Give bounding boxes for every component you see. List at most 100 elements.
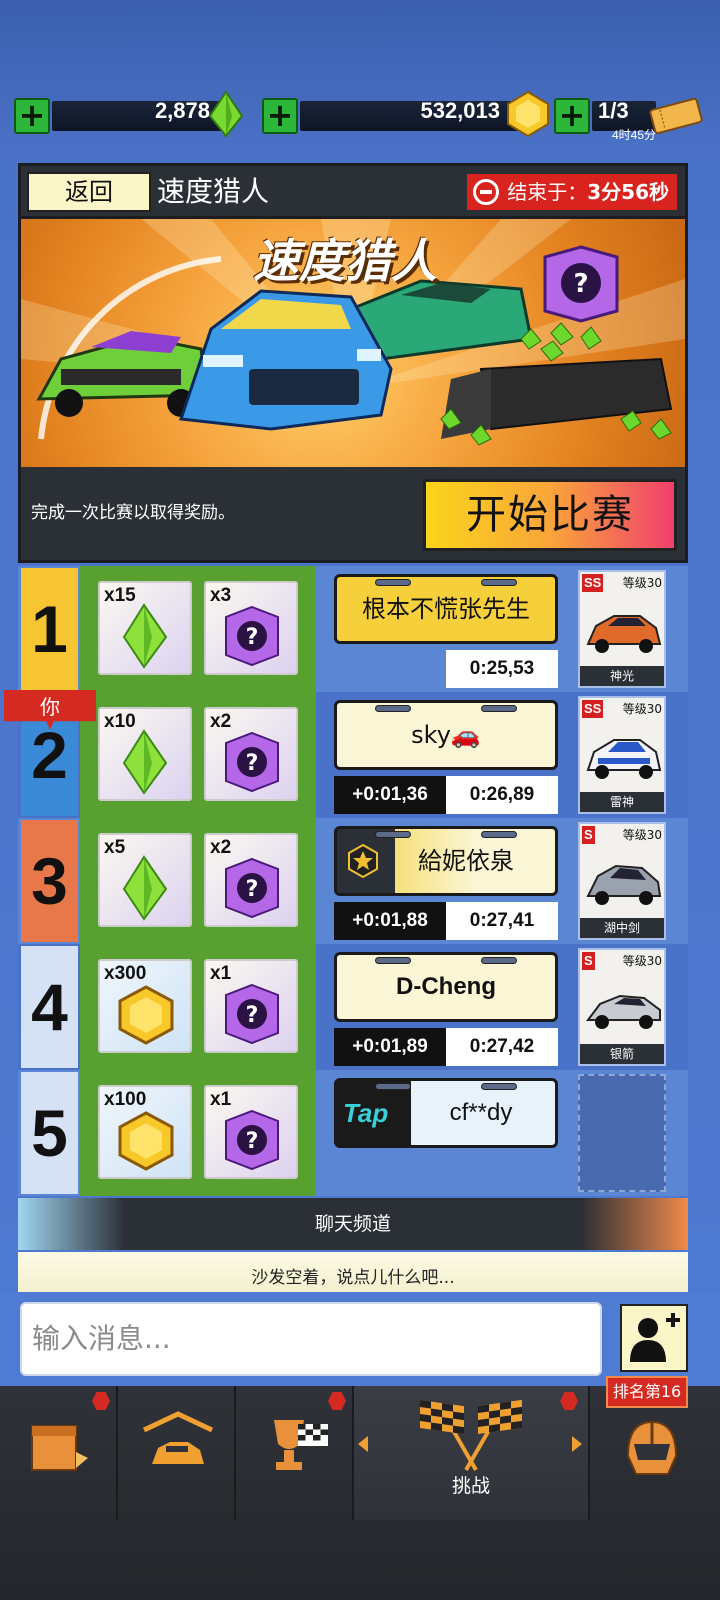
mystery-box-icon: ? bbox=[225, 731, 279, 793]
player-info: Tap cf**dy bbox=[316, 1070, 688, 1196]
player-info: sky🚗 +0:01,36 0:26,89 SS 等级30 雷神 bbox=[316, 692, 688, 818]
chat-message-input[interactable]: 输入消息... bbox=[20, 1302, 602, 1376]
nav-challenge-label: 挑战 bbox=[451, 1475, 490, 1497]
add-coins-button[interactable]: + bbox=[262, 98, 298, 134]
player-name: D-Cheng bbox=[396, 973, 496, 1000]
nav-garage[interactable] bbox=[118, 1386, 236, 1520]
add-gems-button[interactable]: + bbox=[14, 98, 50, 134]
car-icon bbox=[586, 864, 662, 905]
nav-challenge[interactable]: 挑战 bbox=[354, 1386, 590, 1520]
start-race-button[interactable]: 开始比赛 bbox=[423, 479, 677, 551]
player-name-plate: 根本不慌张先生 bbox=[334, 574, 558, 644]
reward-zone: x100 x1 ? bbox=[80, 1070, 316, 1196]
garage-car-icon bbox=[142, 1411, 214, 1464]
car-name: 银箭 bbox=[580, 1044, 664, 1064]
reward-gems: x5 bbox=[98, 833, 192, 927]
leaderboard-row[interactable]: 1 x15 x3 ? 根本不慌张先生 0:25,53 SS 等级30 神光 bbox=[18, 566, 688, 692]
player-car-card[interactable]: SS 等级30 雷神 bbox=[578, 696, 666, 814]
rank-number: 1 bbox=[21, 568, 78, 690]
event-timer-badge: 结束于：3分56秒 bbox=[467, 174, 677, 210]
plate-badge-text: Tap bbox=[343, 1098, 389, 1128]
currency-bar: + 2,878 + 532,013 + 1/3 4时45分 bbox=[14, 90, 706, 142]
time-gap: +0:01,89 bbox=[334, 1028, 446, 1066]
leaderboard-row[interactable]: 5 x100 x1 ? Tap cf**dy bbox=[18, 1070, 688, 1196]
gem-icon bbox=[122, 855, 168, 921]
car-name: 雷神 bbox=[580, 792, 664, 812]
mystery-box-icon: ? bbox=[225, 605, 279, 667]
svg-text:?: ? bbox=[246, 751, 259, 776]
reward-coins: x300 bbox=[98, 959, 192, 1053]
start-hint: 完成一次比赛以取得奖励。 bbox=[31, 503, 235, 523]
tickets-value: 1/3 bbox=[598, 98, 629, 123]
reward-zone: x15 x3 ? bbox=[80, 566, 316, 692]
reward-mystery-box: x2 ? bbox=[204, 833, 298, 927]
mystery-box-icon: ? bbox=[225, 983, 279, 1045]
reward-mystery-box: x1 ? bbox=[204, 1085, 298, 1179]
svg-text:?: ? bbox=[246, 625, 259, 650]
car-level: 等级30 bbox=[622, 702, 662, 716]
reward-coins: x100 bbox=[98, 1085, 192, 1179]
nav-shop[interactable] bbox=[0, 1386, 118, 1520]
player-name-plate: sky🚗 bbox=[334, 700, 558, 770]
reward-mystery-box: x2 ? bbox=[204, 707, 298, 801]
reward-zone: x5 x2 ? bbox=[80, 818, 316, 944]
car-icon bbox=[586, 994, 661, 1029]
gem-icon bbox=[208, 90, 244, 138]
reward-gems: x15 bbox=[98, 581, 192, 675]
leaderboard-row[interactable]: 3 x5 x2 ? 給妮依泉 +0:01,88 0:27,41 S 等级30 湖… bbox=[18, 818, 688, 944]
notification-dot bbox=[560, 1392, 578, 1410]
nav-trophies[interactable] bbox=[236, 1386, 354, 1520]
car-tier-badge: S bbox=[582, 952, 595, 970]
add-tickets-button[interactable]: + bbox=[554, 98, 590, 134]
svg-text:?: ? bbox=[246, 877, 259, 902]
leaderboard-row[interactable]: 4 x300 x1 ? D-Cheng +0:01,89 0:27,42 S 等… bbox=[18, 944, 688, 1070]
coin-icon bbox=[118, 1111, 174, 1171]
reward-gems: x10 bbox=[98, 707, 192, 801]
player-car-card[interactable]: SS 等级30 神光 bbox=[578, 570, 666, 688]
add-friend-button[interactable] bbox=[620, 1304, 688, 1372]
player-info: D-Cheng +0:01,89 0:27,42 S 等级30 银箭 bbox=[316, 944, 688, 1070]
reward-zone: x10 x2 ? bbox=[80, 692, 316, 818]
player-name-plate: D-Cheng bbox=[334, 952, 558, 1022]
ticket-refill-timer: 4时45分 bbox=[612, 128, 657, 142]
player-car-card[interactable]: S 等级30 湖中剑 bbox=[578, 822, 666, 940]
car-level: 等级30 bbox=[622, 828, 662, 842]
checkered-flags-icon bbox=[420, 1399, 522, 1471]
race-time: 0:25,53 bbox=[446, 650, 558, 688]
mystery-box-icon: ? bbox=[225, 857, 279, 919]
leaderboard-row[interactable]: 2 x10 x2 ? sky🚗 +0:01,36 0:26,89 SS 等级30 bbox=[18, 692, 688, 818]
coin-icon bbox=[118, 985, 174, 1045]
player-name-plate: 給妮依泉 bbox=[334, 826, 558, 896]
gem-icon bbox=[122, 603, 168, 669]
page-title: 速度猎人 bbox=[157, 175, 270, 208]
car-name: 神光 bbox=[580, 666, 664, 686]
player-car-card[interactable]: S 等级30 银箭 bbox=[578, 948, 666, 1066]
race-time: 0:27,42 bbox=[446, 1028, 558, 1066]
back-button[interactable]: 返回 bbox=[27, 172, 151, 212]
player-info: 根本不慌张先生 0:25,53 SS 等级30 神光 bbox=[316, 566, 688, 692]
star-badge-icon bbox=[348, 843, 378, 879]
rank-number: 5 bbox=[21, 1072, 78, 1194]
banner-title: 速度猎人 bbox=[253, 234, 437, 288]
trophy-icon bbox=[274, 1420, 328, 1470]
time-gap: +0:01,36 bbox=[334, 776, 446, 814]
coins-value: 532,013 bbox=[420, 98, 500, 123]
timer-value: 3分56秒 bbox=[587, 180, 669, 204]
svg-text:?: ? bbox=[246, 1003, 259, 1028]
event-banner: ? 速度猎人 bbox=[18, 219, 688, 467]
car-level: 等级30 bbox=[622, 954, 662, 968]
svg-text:?: ? bbox=[246, 1129, 259, 1154]
car-tier-badge: S bbox=[582, 826, 595, 844]
nav-prev-arrow[interactable] bbox=[358, 1436, 368, 1452]
chat-channel-header[interactable]: 聊天频道 bbox=[18, 1198, 688, 1250]
reward-zone: x300 x1 ? bbox=[80, 944, 316, 1070]
player-info: 給妮依泉 +0:01,88 0:27,41 S 等级30 湖中剑 bbox=[316, 818, 688, 944]
start-row: 完成一次比赛以取得奖励。 开始比赛 bbox=[18, 467, 688, 563]
car-icon bbox=[586, 739, 662, 779]
car-tier-badge: SS bbox=[582, 700, 604, 718]
player-name-plate: Tap cf**dy bbox=[334, 1078, 558, 1148]
coins-counter: + 532,013 bbox=[262, 90, 552, 138]
chat-input-bar: 输入消息... bbox=[0, 1292, 720, 1388]
player-name: cf**dy bbox=[449, 1099, 513, 1126]
nav-next-arrow[interactable] bbox=[572, 1436, 582, 1452]
